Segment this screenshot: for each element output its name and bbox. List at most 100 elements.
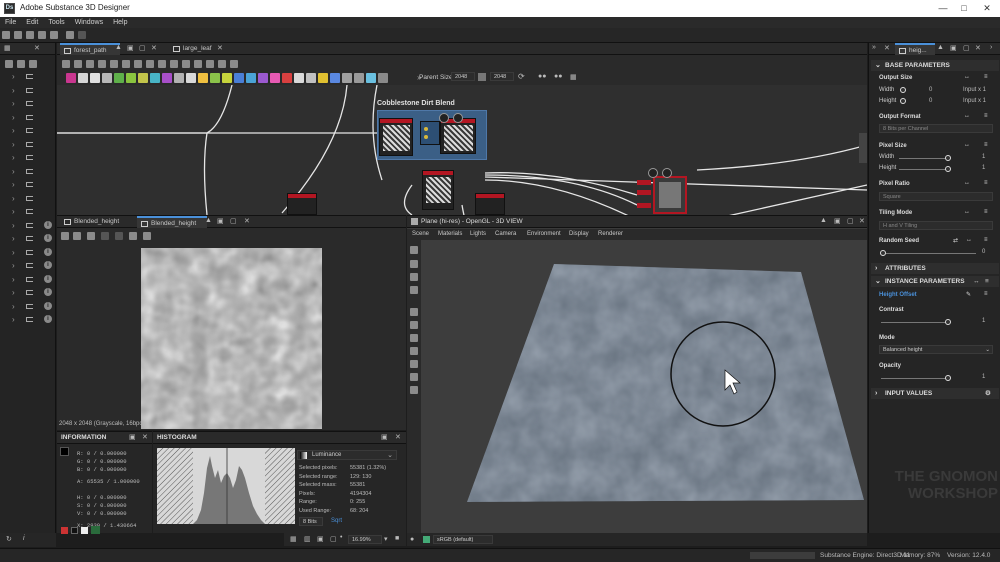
zoom-icon[interactable]: [122, 60, 130, 68]
copy-icon[interactable]: [61, 232, 69, 240]
menu-materials[interactable]: Materials: [438, 231, 462, 237]
info-icon[interactable]: i: [23, 535, 25, 542]
node-palette-item[interactable]: [90, 73, 100, 83]
explorer-item[interactable]: › i: [12, 301, 52, 312]
output-format-dropdown[interactable]: 8 Bits per Channel: [879, 124, 993, 133]
zoom-dropdown-icon[interactable]: ▾: [384, 535, 388, 543]
export-icon[interactable]: [87, 232, 95, 240]
link-icon[interactable]: [478, 73, 486, 81]
lock-icon[interactable]: ■: [395, 535, 399, 542]
node-palette-item[interactable]: [366, 73, 376, 83]
mode-dropdown[interactable]: Balanced height ⌄: [879, 345, 993, 354]
info-icon[interactable]: i: [44, 315, 52, 323]
menu-icon[interactable]: ≡: [984, 180, 988, 186]
menu-environment[interactable]: Environment: [527, 231, 561, 237]
opacity-slider[interactable]: [881, 378, 947, 379]
folder-icon[interactable]: [17, 60, 25, 68]
menu-icon[interactable]: ≡: [984, 113, 988, 119]
info-icon[interactable]: i: [44, 234, 52, 242]
node-palette-item[interactable]: [318, 73, 328, 83]
node-palette-item[interactable]: [246, 73, 256, 83]
close-icon[interactable]: ✕: [217, 44, 223, 52]
contrast-knob[interactable]: [945, 319, 951, 325]
node-palette-item[interactable]: [150, 73, 160, 83]
node-palette-item[interactable]: [210, 73, 220, 83]
graph-node[interactable]: [475, 193, 505, 215]
explorer-item[interactable]: ›: [12, 139, 52, 150]
explorer-item[interactable]: ›: [12, 166, 52, 177]
chevron-right-icon[interactable]: ›: [12, 180, 15, 189]
menu-icon[interactable]: ≡: [985, 276, 989, 287]
maximize-button[interactable]: □: [957, 2, 971, 14]
node-palette-item[interactable]: [66, 73, 76, 83]
node-palette-item[interactable]: [282, 73, 292, 83]
input-port[interactable]: [424, 135, 428, 139]
tab-blended-height-2[interactable]: Blended_height: [137, 216, 207, 228]
frame-icon[interactable]: [74, 60, 82, 68]
grid-icon[interactable]: [134, 60, 142, 68]
light-icon[interactable]: [410, 260, 418, 268]
undo-icon[interactable]: [66, 31, 74, 39]
node-palette-item[interactable]: [354, 73, 364, 83]
maximize-icon[interactable]: ▢: [847, 217, 854, 225]
tab-blended-height-1[interactable]: Blended_height: [60, 216, 130, 228]
float-icon[interactable]: ▣: [217, 217, 224, 225]
section-base-parameters[interactable]: ⌄ BASE PARAMETERS: [871, 60, 999, 71]
menu-icon[interactable]: ≡: [984, 74, 988, 80]
link-icon[interactable]: [158, 60, 166, 68]
select-icon[interactable]: [62, 60, 70, 68]
chevron-right-icon[interactable]: ›: [12, 167, 15, 176]
close-icon[interactable]: ✕: [395, 433, 401, 441]
info-icon[interactable]: [129, 232, 137, 240]
node-palette-item[interactable]: [306, 73, 316, 83]
menu-icon[interactable]: ≡: [984, 291, 988, 297]
float-icon[interactable]: ▣: [834, 217, 841, 225]
node-group-icon[interactable]: ●●: [538, 73, 546, 80]
white-swatch-icon[interactable]: [81, 527, 88, 534]
edit-icon[interactable]: ✎: [966, 291, 971, 298]
opacity-value[interactable]: 1: [982, 374, 985, 380]
menu-display[interactable]: Display: [569, 231, 589, 237]
sqrt-toggle[interactable]: Sqrt: [331, 518, 342, 524]
chevron-right-icon[interactable]: ›: [12, 86, 15, 95]
menu-tools[interactable]: Tools: [43, 17, 69, 28]
save-image-icon[interactable]: [73, 232, 81, 240]
explorer-item[interactable]: ›: [12, 125, 52, 136]
explorer-item[interactable]: ›: [12, 85, 52, 96]
axis-icon[interactable]: [410, 321, 418, 329]
menu-renderer[interactable]: Renderer: [598, 231, 623, 237]
colorspace-dropdown[interactable]: sRGB (default): [433, 535, 493, 544]
chevron-right-icon[interactable]: ›: [12, 275, 15, 284]
tiling-mode-dropdown[interactable]: H and V Tiling: [879, 221, 993, 230]
image-icon[interactable]: [218, 60, 226, 68]
graph-node-selected[interactable]: [653, 176, 687, 214]
node-palette-item[interactable]: [78, 73, 88, 83]
menu-camera[interactable]: Camera: [495, 231, 516, 237]
input-port[interactable]: [424, 127, 428, 131]
zoom-level[interactable]: 16.99%: [348, 535, 382, 544]
node-palette-item[interactable]: [162, 73, 172, 83]
node-palette-item[interactable]: [258, 73, 268, 83]
explorer-item[interactable]: ›: [12, 98, 52, 109]
inherit-icon[interactable]: ↔: [964, 74, 970, 80]
parent-size-dropdown[interactable]: 2048: [451, 72, 475, 81]
inherit-icon[interactable]: ↔: [964, 209, 970, 215]
menu-windows[interactable]: Windows: [70, 17, 108, 28]
px-width-value[interactable]: 1: [982, 154, 985, 160]
tab-forest-path[interactable]: forest_path: [60, 43, 120, 55]
pin-icon[interactable]: ▲: [115, 44, 122, 51]
plane-icon[interactable]: [410, 360, 418, 368]
pixel-ratio-dropdown[interactable]: Square: [879, 192, 993, 201]
shuffle-icon[interactable]: ⇄: [953, 237, 958, 244]
menu-icon[interactable]: ≡: [984, 209, 988, 215]
pin-icon[interactable]: ▲: [820, 217, 827, 224]
close-window-button[interactable]: ✕: [980, 2, 994, 14]
height-knob[interactable]: [900, 98, 906, 104]
menu-edit[interactable]: Edit: [21, 17, 43, 28]
random-seed-value[interactable]: 0: [982, 249, 985, 255]
link-icon[interactable]: ↻: [6, 535, 12, 543]
px-height-value[interactable]: 1: [982, 165, 985, 171]
cube-icon[interactable]: [410, 334, 418, 342]
reset-icon[interactable]: ⟳: [518, 72, 525, 81]
info-icon[interactable]: i: [44, 288, 52, 296]
